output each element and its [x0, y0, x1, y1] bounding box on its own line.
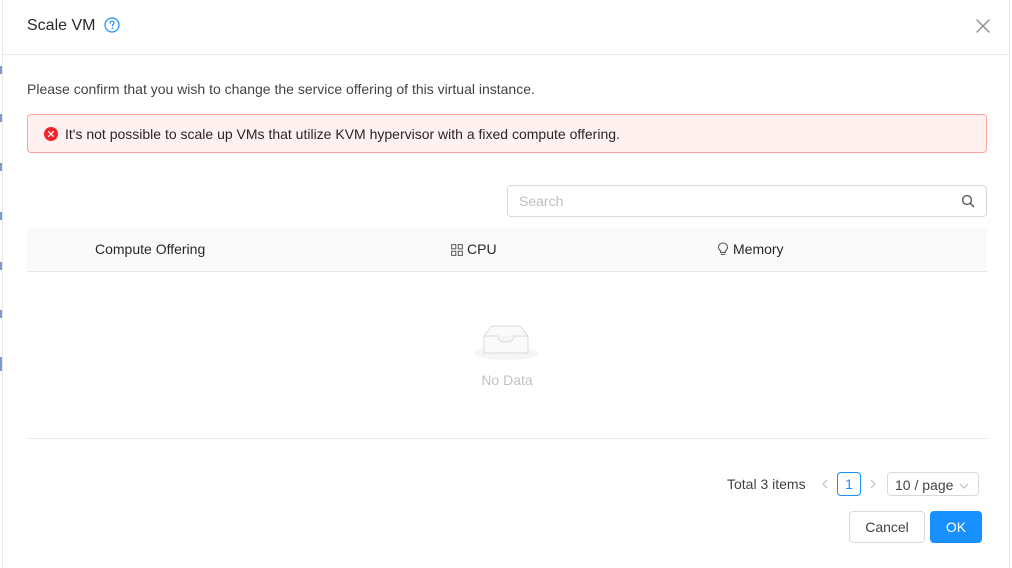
- search-icon[interactable]: [961, 194, 975, 208]
- search-input[interactable]: [519, 191, 939, 211]
- column-label: Memory: [733, 241, 784, 257]
- empty-inbox-icon: [474, 320, 538, 361]
- close-circle-icon: [44, 127, 58, 141]
- alert-message: It's not possible to scale up VMs that u…: [65, 126, 620, 142]
- cancel-button[interactable]: Cancel: [849, 511, 925, 543]
- column-label: CPU: [467, 241, 497, 257]
- modal-title: Scale VM: [27, 17, 96, 34]
- page-size-value: 10 / page: [895, 477, 954, 493]
- table-empty-state: No Data: [27, 272, 987, 439]
- chevron-down-icon: [958, 479, 970, 491]
- modal-header: Scale VM: [3, 0, 1009, 55]
- bulb-icon: [717, 242, 729, 260]
- empty-text: No Data: [481, 372, 533, 388]
- close-icon[interactable]: [971, 14, 995, 38]
- ok-button[interactable]: OK: [930, 511, 982, 543]
- search-box: [507, 185, 987, 217]
- chevron-right-icon[interactable]: [867, 477, 879, 491]
- confirm-message: Please confirm that you wish to change t…: [27, 81, 535, 97]
- column-header-memory[interactable]: Memory: [717, 240, 784, 260]
- error-alert: It's not possible to scale up VMs that u…: [27, 114, 987, 153]
- column-header-compute-offering[interactable]: Compute Offering: [95, 240, 205, 258]
- table-header: Compute Offering CPU Memory: [27, 228, 987, 272]
- column-label: Compute Offering: [95, 241, 206, 257]
- page-size-select[interactable]: 10 / page: [887, 472, 979, 496]
- page-item-1[interactable]: 1: [837, 472, 861, 496]
- scale-vm-modal: Scale VM Please confirm that you wish to…: [2, 0, 1010, 568]
- appstore-icon: [451, 242, 463, 260]
- column-header-cpu[interactable]: CPU: [451, 240, 497, 260]
- pagination-total: Total 3 items: [727, 476, 806, 492]
- pagination: Total 3 items 1 10 / page: [3, 472, 1009, 496]
- question-circle-icon[interactable]: [104, 17, 120, 33]
- chevron-left-icon[interactable]: [819, 477, 831, 491]
